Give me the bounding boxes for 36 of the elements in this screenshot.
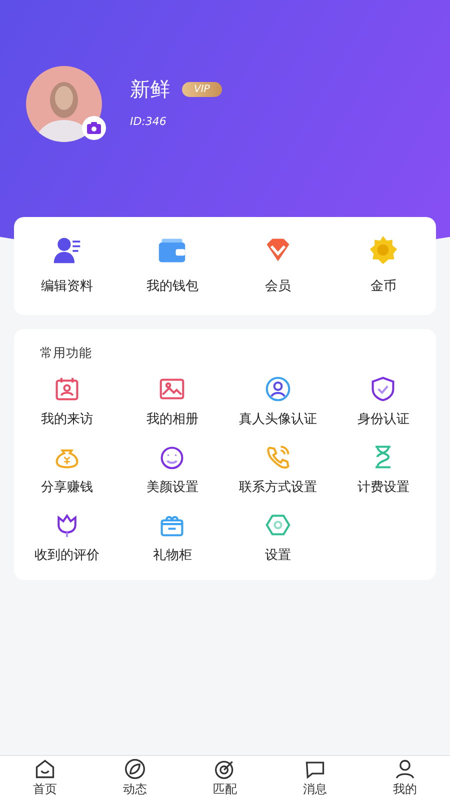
tab[interactable]: 首页 xyxy=(0,756,90,800)
function-item[interactable]: 我的相册 xyxy=(120,376,225,428)
leaf-icon xyxy=(124,758,146,780)
section-title: 常用功能 xyxy=(40,345,93,362)
vip-badge: VIP xyxy=(182,82,222,97)
phone-icon xyxy=(264,444,291,470)
smiley-icon xyxy=(159,444,186,470)
function-item[interactable]: 美颜设置 xyxy=(120,444,225,496)
target-icon xyxy=(214,758,236,780)
tab[interactable]: 动态 xyxy=(90,756,180,800)
quick-action[interactable]: 会员 xyxy=(225,235,330,295)
user-name: 新鲜 xyxy=(130,76,170,103)
function-item[interactable]: 联系方式设置 xyxy=(225,444,330,496)
quick-action[interactable]: 我的钱包 xyxy=(120,235,225,295)
person-icon xyxy=(394,758,416,780)
tab[interactable]: 消息 xyxy=(270,756,360,800)
person-circle-icon xyxy=(264,376,291,402)
quick-action[interactable]: 金币 xyxy=(330,235,436,295)
function-item[interactable]: 计费设置 xyxy=(330,444,436,496)
image-icon xyxy=(159,376,186,402)
tab[interactable]: 匹配 xyxy=(180,756,270,800)
house-icon xyxy=(34,758,56,780)
settings-icon xyxy=(264,512,291,538)
function-item[interactable]: 真人头像认证 xyxy=(225,376,330,428)
camera-icon[interactable] xyxy=(82,116,106,140)
function-item[interactable]: 分享赚钱 xyxy=(14,444,120,496)
calendar-icon xyxy=(54,376,80,402)
shield-icon xyxy=(370,376,396,402)
function-item[interactable]: 我的来访 xyxy=(14,376,120,428)
function-item[interactable]: 设置 xyxy=(225,512,330,564)
function-item[interactable]: 身份认证 xyxy=(330,376,436,428)
tab[interactable]: 我的 xyxy=(360,756,450,800)
quick-action[interactable]: 编辑资料 xyxy=(14,235,120,295)
function-item[interactable]: 收到的评价 xyxy=(14,512,120,564)
user-id: ID:346 xyxy=(130,115,168,128)
function-item[interactable]: 礼物柜 xyxy=(120,512,225,564)
